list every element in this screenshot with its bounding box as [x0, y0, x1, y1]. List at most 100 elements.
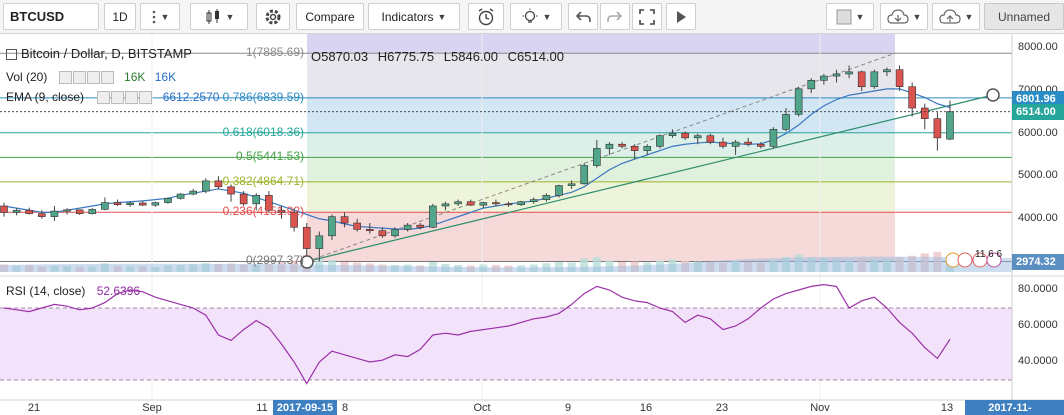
high-value: 6775.75 [387, 49, 435, 64]
compare-button[interactable]: Compare [296, 3, 364, 30]
candle-body [365, 229, 374, 231]
symbol-text: BTCUSD [10, 9, 65, 24]
candle-body [883, 69, 891, 73]
replay-button[interactable] [666, 3, 696, 30]
fib-level-label: 0.786(6839.59) [222, 89, 304, 104]
trendline-handle[interactable] [986, 88, 1000, 102]
time-tick-label: 11 [256, 402, 268, 414]
top-toolbar: BTCUSD 1D ▼ ▼ Compare Indicators ▼ ▼ ▼ ▼ … [0, 0, 1064, 34]
ema-value: 6612.2570 [162, 90, 220, 104]
ema-legend[interactable]: EMA (9, close) 6612.2570 [6, 90, 220, 105]
save-layout-button[interactable]: ▼ [932, 3, 980, 30]
open-value: 5870.03 [321, 49, 369, 64]
candle-body [693, 135, 702, 139]
candle-body [391, 229, 399, 237]
price-tick-label: 8000.00 [1018, 41, 1058, 54]
candle-body [353, 222, 361, 230]
time-tick-label: 16 [639, 402, 653, 414]
time-tick-label: Sep [142, 402, 162, 414]
ideas-button[interactable]: ▼ [510, 3, 562, 30]
compare-label: Compare [305, 9, 355, 24]
time-tick-label: 8 [341, 402, 349, 414]
interval-dropdown[interactable]: ▼ [140, 3, 180, 30]
redo-button[interactable] [600, 3, 630, 30]
layout-name: Unnamed [997, 9, 1051, 24]
fib-level-label: 0.618(6018.36) [222, 124, 304, 139]
price-tick-label: 5000.00 [1018, 169, 1058, 182]
candle-body [202, 180, 210, 192]
price-tag: 6514.00 [1012, 103, 1064, 120]
candle-body [340, 216, 349, 224]
events-count: 11 6 6 [975, 249, 1003, 260]
chart-style-button[interactable]: ▼ [190, 3, 248, 30]
candle-body [214, 180, 223, 188]
candle-body [580, 165, 589, 185]
candle-body [63, 209, 71, 212]
candle-body [782, 114, 790, 130]
candle-body [504, 203, 513, 206]
candle-body [517, 201, 525, 206]
candle-body [189, 190, 197, 195]
fib-zone-band [307, 132, 895, 158]
time-tick-label: 13 [940, 402, 954, 414]
volume-legend[interactable]: Vol (20) 16K 16K [6, 70, 176, 85]
candle-body [88, 209, 97, 214]
fib-level-label: 0.5(5441.53) [235, 149, 304, 164]
fib-zone-band [307, 97, 895, 133]
candle-body [454, 201, 462, 205]
fullscreen-button[interactable] [632, 3, 662, 30]
rsi-legend[interactable]: RSI (14, close) 52.6396 [6, 284, 140, 298]
chevron-down-icon: ▼ [964, 11, 974, 22]
candle-body [656, 135, 664, 147]
time-tick-label: Nov [810, 402, 830, 414]
candle-body [429, 205, 437, 228]
menu-dots-icon [152, 10, 155, 23]
indicators-button[interactable]: Indicators ▼ [368, 3, 460, 30]
fib-level-label: 0(2997.37) [245, 253, 304, 268]
ema-label: EMA (9, close) [6, 90, 85, 104]
interval-button[interactable]: 1D [104, 3, 136, 30]
candle-body [164, 198, 172, 203]
time-tick-label: Oct [473, 402, 491, 414]
chevron-down-icon: ▼ [542, 11, 552, 22]
layout-name-button[interactable]: Unnamed [984, 3, 1064, 30]
candle-body [870, 71, 879, 88]
candle-body [0, 205, 8, 213]
rsi-value: 52.6396 [96, 284, 141, 298]
cloud-download-icon [886, 8, 909, 24]
load-layout-button[interactable]: ▼ [880, 3, 928, 30]
main-legend[interactable]: Bitcoin / Dollar, D, BITSTAMP [6, 46, 192, 61]
symbol-search-input[interactable]: BTCUSD [3, 3, 99, 30]
candle-body [138, 202, 147, 206]
snapshot-icon [836, 9, 852, 24]
legend-controls[interactable] [97, 90, 153, 105]
play-icon [677, 10, 686, 23]
time-tick-label: 9 [564, 402, 572, 414]
snapshot-button[interactable]: ▼ [826, 3, 874, 30]
candle-body [769, 129, 778, 147]
rsi-tick-label: 80.0000 [1018, 283, 1058, 295]
candle-body [820, 75, 828, 81]
volume-value-a: 16K [124, 70, 146, 84]
legend-controls[interactable] [58, 70, 115, 85]
volume-label: Vol (20) [6, 70, 48, 84]
time-tick-label: 23 [715, 402, 729, 414]
candle-body [101, 202, 109, 210]
rsi-band [0, 308, 1012, 380]
candle-body [731, 141, 740, 147]
candle-body [794, 88, 803, 115]
candle-body [315, 235, 324, 249]
alert-button[interactable] [468, 3, 504, 30]
candle-body [479, 202, 488, 206]
legend-collapse-icon[interactable] [6, 49, 17, 61]
symbol-title: Bitcoin / Dollar, D, BITSTAMP [21, 46, 192, 61]
chevron-down-icon: ▼ [855, 11, 865, 22]
candle-body [441, 203, 450, 207]
candle-body [630, 146, 639, 151]
candle-body [492, 202, 500, 205]
candle-body [567, 183, 576, 186]
settings-button[interactable] [256, 3, 290, 30]
undo-button[interactable] [568, 3, 598, 30]
candle-body [807, 80, 816, 90]
candle-body [75, 209, 84, 214]
